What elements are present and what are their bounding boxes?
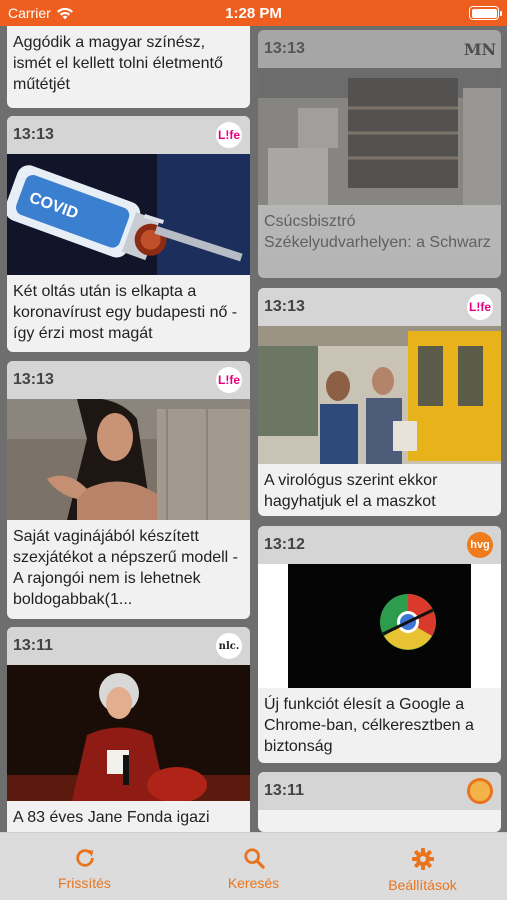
source-logo-icon (467, 778, 493, 804)
news-card[interactable]: 13:13 L!fe A virológus szerint ekkor hag… (258, 288, 501, 516)
news-title: A 83 éves Jane Fonda igazi (13, 809, 210, 826)
news-title: Két oltás után is elkapta a koronavírust… (13, 283, 238, 342)
chrome-logo-image (258, 564, 501, 688)
refresh-icon (75, 849, 94, 867)
news-card[interactable]: 13:13 L!fe COVID Két oltás után is elkap… (7, 116, 250, 352)
news-time: 13:11 (264, 782, 305, 799)
news-feed[interactable]: Aggódik a magyar színész, ismét el kelle… (0, 26, 507, 832)
card-header: 13:13 L!fe (258, 288, 501, 326)
news-title: Saját vaginájából készített szexjátékot … (13, 528, 238, 608)
tab-refresh[interactable]: Frissítés (0, 833, 169, 900)
card-header: 13:11 nlc. (7, 627, 250, 665)
hvg-logo-icon: hvg (467, 532, 493, 558)
mn-logo-icon: MN (463, 39, 497, 59)
card-header: 13:13 MN (258, 30, 501, 68)
news-card[interactable]: 13:12 hvg Új funkciót élesít a Google a … (258, 526, 501, 763)
tab-settings-label: Beállítások (388, 877, 457, 893)
news-card[interactable]: 13:13 L!fe Saját vaginájából készített s… (7, 361, 250, 619)
tab-search-label: Keresés (227, 875, 280, 891)
news-title: Csúcsbisztró Székelyudvarhelyen: a Schwa… (264, 213, 491, 251)
carrier-label: Carrier (8, 5, 51, 21)
news-card[interactable]: 13:11 nlc. A 83 éves Jane Fonda igazi (7, 627, 250, 832)
tab-settings[interactable]: Beállítások (338, 833, 507, 900)
news-title: A virológus szerint ekkor hagyhatjuk el … (264, 472, 438, 510)
tab-bar: Frissítés Keresés Beállítások (0, 832, 507, 900)
bistro-interior-image (258, 68, 501, 205)
news-time: 13:13 (264, 298, 305, 315)
woman-portrait-image (7, 399, 250, 520)
tab-refresh-label: Frissítés (58, 875, 111, 891)
status-bar: Carrier 1:28 PM (0, 0, 507, 26)
tab-search[interactable]: Keresés (169, 833, 338, 900)
news-time: 13:11 (13, 637, 54, 654)
news-card[interactable]: 13:11 (258, 772, 501, 832)
life-logo-icon: L!fe (467, 294, 493, 320)
news-card[interactable]: 13:13 MN Csúcsbisztró Székelyudvarhelyen… (258, 30, 501, 278)
card-header: 13:12 hvg (258, 526, 501, 564)
card-header: 13:11 (258, 772, 501, 810)
card-header: 13:13 L!fe (7, 116, 250, 154)
jane-fonda-image (7, 665, 250, 801)
news-time: 13:13 (13, 371, 54, 388)
battery-icon (469, 6, 502, 20)
tram-people-image (258, 326, 501, 464)
news-time: 13:12 (264, 536, 305, 553)
news-time: 13:13 (13, 126, 54, 143)
life-logo-icon: L!fe (216, 122, 242, 148)
news-title: Új funkciót élesít a Google a Chrome-ban… (264, 696, 474, 755)
covid-vaccine-image: COVID (7, 154, 250, 275)
card-header: 13:13 L!fe (7, 361, 250, 399)
search-icon (243, 848, 265, 869)
news-time: 13:13 (264, 40, 305, 57)
nlc-logo-icon: nlc. (216, 633, 242, 659)
news-card[interactable]: Aggódik a magyar színész, ismét el kelle… (7, 26, 250, 108)
news-title: Aggódik a magyar színész, ismét el kelle… (13, 34, 223, 93)
wifi-icon (56, 7, 73, 19)
status-time: 1:28 PM (225, 4, 282, 22)
life-logo-icon: L!fe (216, 367, 242, 393)
gear-icon (411, 848, 434, 870)
